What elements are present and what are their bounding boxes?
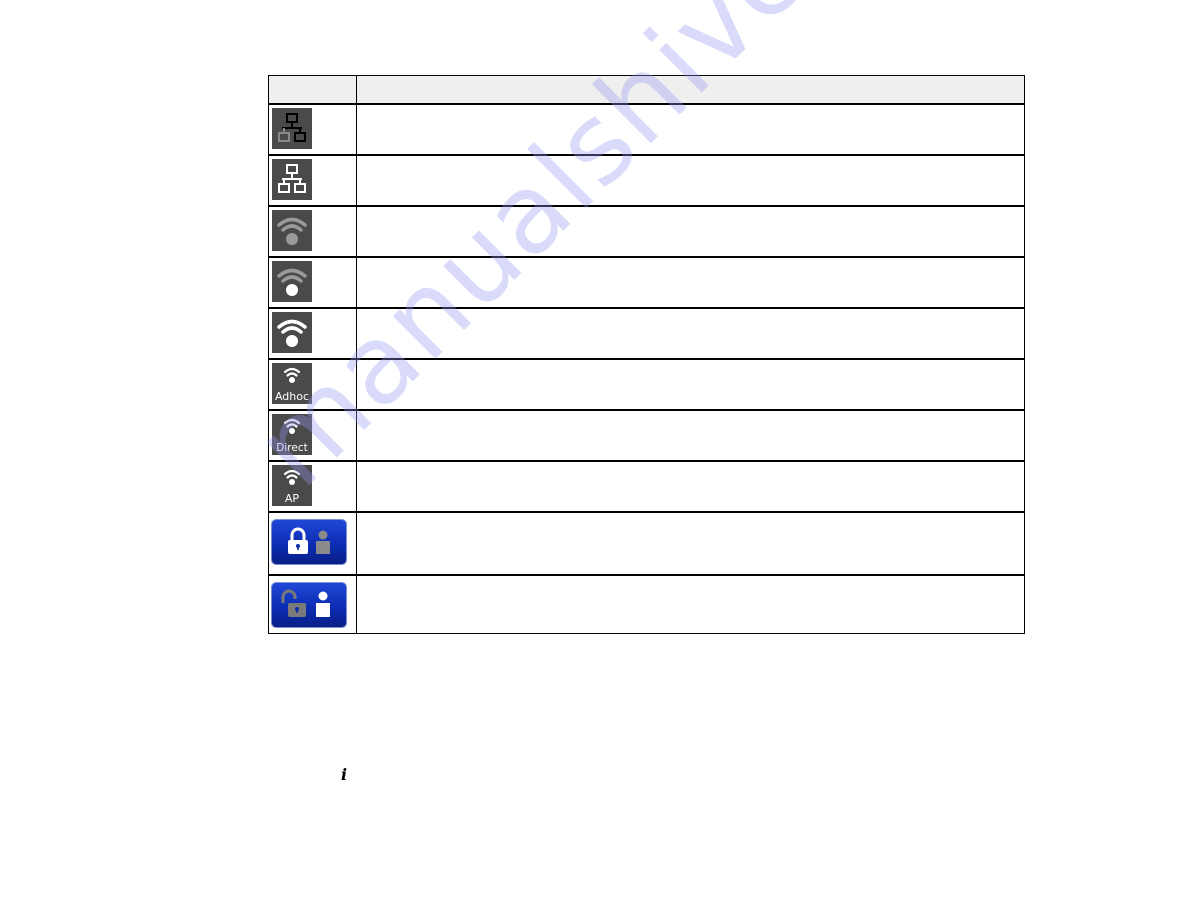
wifi-strong-signal-icon xyxy=(272,312,312,353)
table-row xyxy=(269,256,1024,307)
table-row xyxy=(269,511,1024,574)
header-icon-column xyxy=(269,76,357,103)
row-description xyxy=(357,462,1024,511)
row-description xyxy=(357,576,1024,633)
info-icon: i xyxy=(341,765,348,784)
row-description xyxy=(357,513,1024,574)
ap-label: AP xyxy=(285,492,300,505)
row-description xyxy=(357,309,1024,358)
wired-lan-disconnected-icon xyxy=(272,108,312,149)
direct-label: Direct xyxy=(276,442,307,454)
row-description xyxy=(357,156,1024,205)
wired-lan-connected-icon xyxy=(272,159,312,200)
row-description xyxy=(357,207,1024,256)
wifi-direct-icon: Direct xyxy=(272,414,312,455)
wifi-ap-icon: AP xyxy=(272,465,312,506)
table-row xyxy=(269,103,1024,154)
adhoc-label: Adhoc xyxy=(275,390,309,403)
row-description xyxy=(357,258,1024,307)
table-row: AP xyxy=(269,460,1024,511)
table-row xyxy=(269,205,1024,256)
wifi-weak-signal-icon xyxy=(272,261,312,302)
table-row xyxy=(269,307,1024,358)
table-row xyxy=(269,574,1024,633)
table-header xyxy=(269,76,1024,103)
wifi-adhoc-icon: Adhoc xyxy=(272,363,312,404)
table-row: Adhoc xyxy=(269,358,1024,409)
table-row: Direct xyxy=(269,409,1024,460)
row-description xyxy=(357,105,1024,154)
row-description xyxy=(357,411,1024,460)
lock-locked-user-inactive-icon xyxy=(272,520,346,564)
status-icon-table: Adhoc Direct AP xyxy=(268,75,1025,634)
table-row xyxy=(269,154,1024,205)
header-description-column xyxy=(357,76,1024,103)
wifi-no-signal-icon xyxy=(272,210,312,251)
row-description xyxy=(357,360,1024,409)
lock-unlocked-user-active-icon xyxy=(272,583,346,627)
